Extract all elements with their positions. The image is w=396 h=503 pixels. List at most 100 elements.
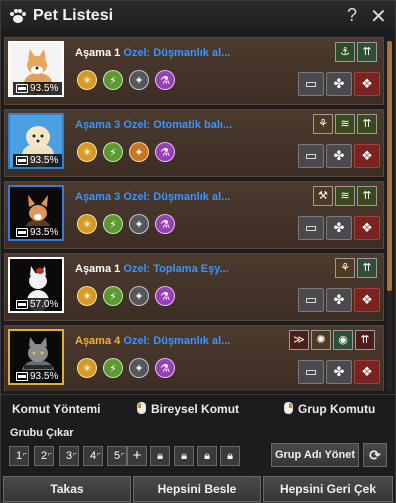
pet-card[interactable]: 93.5% Aşama 3 Özel: Otomatik balı... ☀ ⚡…: [4, 109, 384, 177]
feed-all-button[interactable]: Hepsini Besle: [133, 476, 261, 502]
fish-talent-icon[interactable]: ◉: [333, 330, 353, 350]
pet-title: Aşama 3 Özel: Düşmanlık al...: [75, 191, 255, 203]
lock-icon[interactable]: 🔒︎: [220, 446, 240, 466]
individual-command-option[interactable]: Bireysel Komut: [151, 402, 239, 416]
feed-bowl-button[interactable]: ▭: [298, 144, 324, 168]
group-slot-3[interactable]: 3 ⌐: [59, 446, 79, 466]
scrollbar-thumb[interactable]: [387, 41, 392, 291]
potion-skill-icon[interactable]: ⚗: [155, 214, 175, 234]
arrow-up-talent-icon[interactable]: ⇈: [357, 42, 377, 62]
close-button[interactable]: ✕: [370, 4, 387, 29]
paw-button[interactable]: ✤: [326, 360, 352, 384]
potion-skill-icon[interactable]: ⚗: [155, 70, 175, 90]
pet-card[interactable]: 93.5% Aşama 4 Özel: Düşmanlık al... ☀ ⚡ …: [4, 325, 384, 391]
title-bar: Pet Listesi ? ✕: [1, 1, 395, 31]
exchange-button[interactable]: Takas: [3, 476, 131, 502]
claw-skill-icon[interactable]: ⚡: [103, 142, 123, 162]
paw-button[interactable]: ✤: [326, 72, 352, 96]
pet-card[interactable]: 93.5% Aşama 3 Özel: Düşmanlık al... ☀ ⚡ …: [4, 181, 384, 249]
recall-button[interactable]: ❖: [354, 144, 380, 168]
compass-skill-icon[interactable]: ✦: [129, 214, 149, 234]
sun-skill-icon[interactable]: ☀: [77, 358, 97, 378]
group-slot-mark: ⌐: [22, 451, 27, 458]
pet-title: Aşama 1 Özel: Düşmanlık al...: [75, 47, 255, 59]
compass-skill-icon[interactable]: ✦: [129, 358, 149, 378]
pet-portrait: 93.5%: [8, 113, 64, 169]
recall-button[interactable]: ❖: [354, 72, 380, 96]
pet-title: Aşama 4 Özel: Düşmanlık al...: [75, 335, 255, 347]
manage-group-name-button[interactable]: Grup Adı Yönet: [271, 443, 359, 467]
compass-skill-icon[interactable]: ✦: [129, 70, 149, 90]
pet-trait: Özel: Düşmanlık al...: [123, 335, 231, 347]
group-command-option[interactable]: Grup Komutu: [298, 402, 375, 416]
feed-bowl-button[interactable]: ▭: [298, 288, 324, 312]
compass-skill-icon[interactable]: ✦: [129, 142, 149, 162]
hook-talent-icon[interactable]: ⚓: [335, 42, 355, 62]
add-group-button[interactable]: +: [127, 446, 147, 466]
hunger-indicator: 57.0%: [13, 298, 62, 311]
pet-level: Aşama 1: [75, 263, 121, 275]
group-slot-5[interactable]: 5 ⌐: [107, 446, 127, 466]
pet-trait: Özel: Otomatik balı...: [123, 119, 233, 131]
hammer-talent-icon[interactable]: ⚒: [313, 186, 333, 206]
feed-bowl-button[interactable]: ▭: [298, 360, 324, 384]
claw-skill-icon[interactable]: ⚡: [103, 286, 123, 306]
arrow-up-talent-icon[interactable]: ⇈: [357, 258, 377, 278]
sun-skill-icon[interactable]: ☀: [77, 142, 97, 162]
refresh-icon[interactable]: ⟳: [363, 443, 387, 467]
hunger-indicator: 93.5%: [13, 226, 62, 239]
hunger-indicator: 93.5%: [13, 370, 62, 383]
potion-skill-icon[interactable]: ⚗: [155, 142, 175, 162]
group-slot-4[interactable]: 4 ⌐: [83, 446, 103, 466]
hunger-value: 93.5%: [30, 371, 59, 382]
food-icon: [16, 156, 28, 165]
feed-bowl-button[interactable]: ▭: [298, 72, 324, 96]
wing-talent-icon[interactable]: ≋: [335, 186, 355, 206]
paw-button[interactable]: ✤: [326, 144, 352, 168]
paw-button[interactable]: ✤: [326, 216, 352, 240]
group-slot-1[interactable]: 1 ⌐: [9, 446, 29, 466]
pet-list: 93.5% Aşama 1 Özel: Düşmanlık al... ☀ ⚡ …: [4, 37, 384, 391]
group-slot-2[interactable]: 2 ⌐: [34, 446, 54, 466]
potion-skill-icon[interactable]: ⚗: [155, 286, 175, 306]
sun-skill-icon[interactable]: ☀: [77, 286, 97, 306]
recall-button[interactable]: ❖: [354, 288, 380, 312]
compass-skill-icon[interactable]: ✦: [129, 286, 149, 306]
pet-card[interactable]: 93.5% Aşama 1 Özel: Düşmanlık al... ☀ ⚡ …: [4, 37, 384, 105]
help-button[interactable]: ?: [347, 5, 357, 26]
pet-card[interactable]: 57.0% Aşama 1 Özel: Toplama Eşy... ☀ ⚡ ✦…: [4, 253, 384, 321]
beetle-talent-icon[interactable]: ⚘: [313, 114, 333, 134]
group-slot-label: 4: [89, 450, 97, 462]
arrow-up-talent-icon[interactable]: ⇈: [355, 330, 375, 350]
recall-all-button[interactable]: Hepsini Geri Çek: [263, 476, 393, 502]
wing-talent-icon[interactable]: ≋: [335, 114, 355, 134]
claw-skill-icon[interactable]: ⚡: [103, 358, 123, 378]
recall-button[interactable]: ❖: [354, 360, 380, 384]
claw-skill-icon[interactable]: ⚡: [103, 70, 123, 90]
claw-skill-icon[interactable]: ⚡: [103, 214, 123, 234]
hunger-value: 93.5%: [30, 83, 59, 94]
lock-icon[interactable]: 🔒︎: [197, 446, 217, 466]
hunger-value: 57.0%: [30, 299, 59, 310]
food-icon: [16, 228, 28, 237]
chevron-talent-icon[interactable]: ≫: [289, 330, 309, 350]
pet-portrait: 93.5%: [8, 185, 64, 241]
food-icon: [16, 300, 28, 309]
group-slot-label: 1: [15, 450, 23, 462]
paw-icon: [10, 9, 26, 23]
arrow-up-talent-icon[interactable]: ⇈: [357, 114, 377, 134]
horn-talent-icon[interactable]: ✺: [311, 330, 331, 350]
pet-level: Aşama 3: [75, 119, 121, 131]
group-slot-label: 5: [113, 450, 121, 462]
beetle-talent-icon[interactable]: ⚘: [335, 258, 355, 278]
lock-icon[interactable]: 🔒︎: [150, 446, 170, 466]
sun-skill-icon[interactable]: ☀: [77, 70, 97, 90]
potion-skill-icon[interactable]: ⚗: [155, 358, 175, 378]
feed-bowl-button[interactable]: ▭: [298, 216, 324, 240]
sun-skill-icon[interactable]: ☀: [77, 214, 97, 234]
paw-button[interactable]: ✤: [326, 288, 352, 312]
lock-icon[interactable]: 🔒︎: [174, 446, 194, 466]
arrow-up-talent-icon[interactable]: ⇈: [357, 186, 377, 206]
recall-button[interactable]: ❖: [354, 216, 380, 240]
group-slot-mark: ⌐: [96, 451, 101, 458]
